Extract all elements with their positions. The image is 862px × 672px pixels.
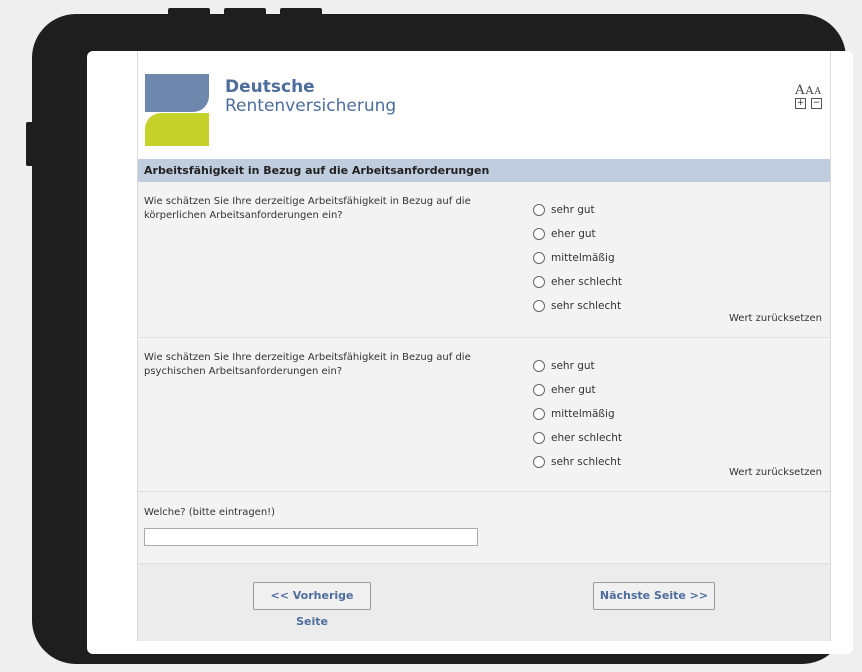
brand-line-2: Rentenversicherung: [225, 96, 397, 116]
radio-option[interactable]: sehr schlecht: [533, 450, 622, 474]
radio-button[interactable]: [533, 384, 545, 396]
radio-label: eher gut: [551, 384, 596, 396]
radio-label: sehr gut: [551, 204, 595, 216]
brand-name: Deutsche Rentenversicherung: [225, 78, 396, 116]
survey-page: Deutsche Rentenversicherung AAA + − Arbe…: [137, 51, 831, 641]
radio-label: sehr gut: [551, 360, 595, 372]
radio-button[interactable]: [533, 408, 545, 420]
radio-group: sehr gut eher gut mittelmäßig eher schle…: [533, 198, 622, 318]
free-text-block: Welche? (bitte eintragen!): [138, 492, 830, 564]
previous-page-button[interactable]: << Vorherige Seite: [253, 582, 371, 628]
reset-value-link[interactable]: Wert zurücksetzen: [729, 313, 822, 324]
tablet-frame: Deutsche Rentenversicherung AAA + − Arbe…: [32, 14, 853, 664]
plus-box-icon[interactable]: +: [795, 98, 806, 109]
radio-button[interactable]: [533, 276, 545, 288]
tablet-screen: Deutsche Rentenversicherung AAA + − Arbe…: [87, 51, 853, 654]
radio-option[interactable]: sehr gut: [533, 354, 622, 378]
radio-option[interactable]: mittelmäßig: [533, 402, 622, 426]
radio-label: sehr schlecht: [551, 456, 622, 468]
question-block-1: Wie schätzen Sie Ihre derzeitige Arbeits…: [138, 182, 830, 338]
radio-option[interactable]: eher schlecht: [533, 270, 622, 294]
font-size-small[interactable]: A: [815, 87, 823, 97]
radio-label: mittelmäßig: [551, 252, 615, 264]
radio-option[interactable]: eher gut: [533, 378, 622, 402]
radio-button[interactable]: [533, 204, 545, 216]
radio-button[interactable]: [533, 360, 545, 372]
radio-button[interactable]: [533, 228, 545, 240]
radio-label: mittelmäßig: [551, 408, 615, 420]
radio-label: eher schlecht: [551, 432, 623, 444]
question-block-2: Wie schätzen Sie Ihre derzeitige Arbeits…: [138, 338, 830, 492]
radio-label: eher gut: [551, 228, 596, 240]
radio-button[interactable]: [533, 456, 545, 468]
question-text: Wie schätzen Sie Ihre derzeitige Arbeits…: [144, 352, 471, 377]
zoom-controls: + −: [795, 98, 822, 109]
radio-option[interactable]: eher gut: [533, 222, 622, 246]
brand-line-1: Deutsche: [225, 77, 315, 97]
logo-bottom-shape: [145, 113, 209, 146]
navigation-bar: << Vorherige Seite Nächste Seite >>: [138, 564, 830, 641]
radio-button[interactable]: [533, 252, 545, 264]
logo-top-shape: [145, 74, 209, 112]
next-page-button[interactable]: Nächste Seite >>: [593, 582, 715, 610]
radio-label: sehr schlecht: [551, 300, 622, 312]
radio-option[interactable]: mittelmäßig: [533, 246, 622, 270]
radio-option[interactable]: sehr gut: [533, 198, 622, 222]
free-text-input[interactable]: [144, 528, 478, 546]
free-text-label: Welche? (bitte eintragen!): [144, 507, 276, 518]
minus-box-icon[interactable]: −: [811, 98, 822, 109]
question-text: Wie schätzen Sie Ihre derzeitige Arbeits…: [144, 196, 471, 221]
radio-button[interactable]: [533, 432, 545, 444]
font-size-medium[interactable]: A: [806, 84, 815, 97]
radio-option[interactable]: eher schlecht: [533, 426, 622, 450]
font-size-large[interactable]: A: [795, 83, 805, 98]
radio-label: eher schlecht: [551, 276, 623, 288]
section-header: Arbeitsfähigkeit in Bezug auf die Arbeit…: [138, 159, 830, 182]
reset-value-link[interactable]: Wert zurücksetzen: [729, 467, 822, 478]
radio-option[interactable]: sehr schlecht: [533, 294, 622, 318]
radio-group: sehr gut eher gut mittelmäßig eher schle…: [533, 354, 622, 474]
font-size-selector: AAA: [795, 79, 822, 98]
radio-button[interactable]: [533, 300, 545, 312]
